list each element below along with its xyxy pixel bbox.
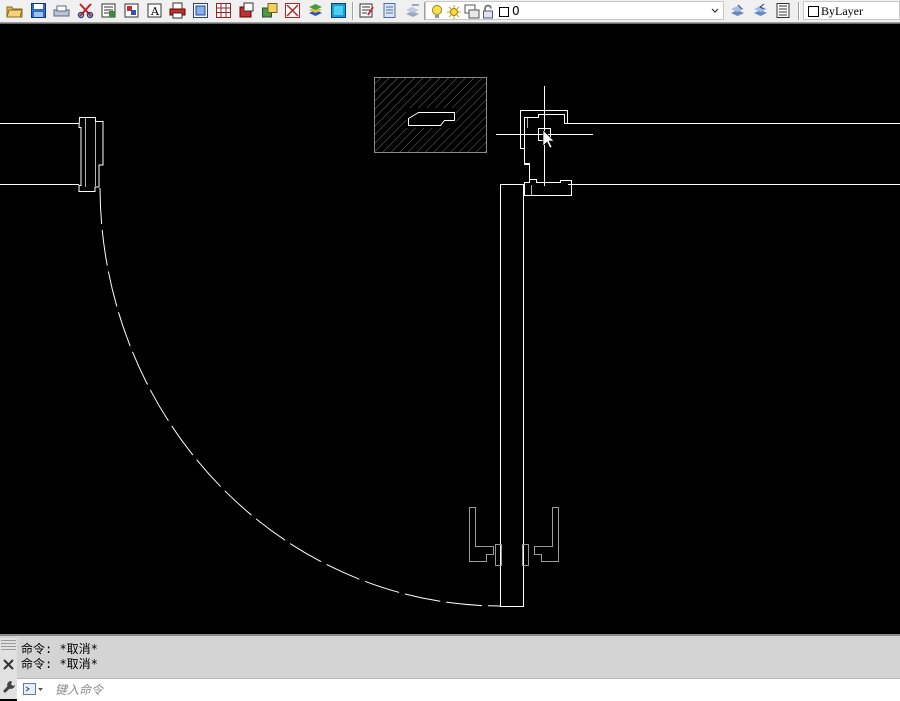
- make-current-icon[interactable]: [728, 1, 747, 20]
- block-icon[interactable]: [122, 1, 141, 20]
- current-layer-name: 0: [512, 4, 520, 18]
- xref-icon[interactable]: [260, 1, 279, 20]
- open-folder-icon[interactable]: [5, 1, 24, 20]
- command-line-window: 命令: *取消* 命令: *取消*: [0, 634, 900, 701]
- table-icon[interactable]: [214, 1, 233, 20]
- insert-block-icon[interactable]: [237, 1, 256, 20]
- plot-icon[interactable]: [52, 1, 71, 20]
- command-line-sidebar: [0, 638, 17, 699]
- save-icon[interactable]: [29, 1, 48, 20]
- history-line: 命令: *取消*: [21, 642, 98, 656]
- layer-previous-icon[interactable]: [751, 1, 770, 20]
- left-door-frame: [78, 117, 104, 192]
- lightbulb-icon[interactable]: [430, 4, 444, 20]
- hatched-detail-block: [374, 77, 487, 153]
- drawing-canvas[interactable]: [0, 28, 900, 632]
- door-handle-right: [534, 507, 559, 562]
- properties-icon[interactable]: [357, 1, 376, 20]
- lock-icon[interactable]: [482, 4, 496, 20]
- history-line: 命令: *取消*: [21, 657, 98, 671]
- wrench-icon[interactable]: [2, 680, 16, 694]
- image-icon[interactable]: [329, 1, 348, 20]
- command-input[interactable]: [51, 680, 879, 699]
- text-style-icon[interactable]: A: [145, 1, 164, 20]
- match-properties-icon[interactable]: [99, 1, 118, 20]
- standard-toolbar: A 0 ByLayer: [0, 0, 900, 23]
- viewport-icon[interactable]: [191, 1, 210, 20]
- region-icon[interactable]: [283, 1, 302, 20]
- command-input-row: [17, 678, 900, 701]
- chevron-down-icon[interactable]: [709, 4, 721, 18]
- design-center-icon[interactable]: [380, 1, 399, 20]
- drag-grip-icon[interactable]: [1, 640, 16, 650]
- layer-states-icon[interactable]: [306, 1, 325, 20]
- door-handle-left: [469, 507, 494, 562]
- close-icon[interactable]: [2, 658, 15, 671]
- color-swatch: [808, 6, 819, 17]
- door-swing-arc: [99, 187, 501, 607]
- command-history: 命令: *取消* 命令: *取消*: [19, 642, 889, 672]
- sun-icon[interactable]: [446, 4, 462, 20]
- layer-manager-icon[interactable]: [774, 1, 793, 20]
- door-leaf: [500, 184, 524, 607]
- crosshair-cursor: [496, 86, 593, 186]
- color-dropdown[interactable]: ByLayer: [803, 1, 900, 20]
- layer-dropdown[interactable]: 0: [425, 1, 724, 20]
- door-plan-drawing: [0, 77, 900, 607]
- svg-text:A: A: [150, 5, 160, 18]
- print-icon[interactable]: [168, 1, 187, 20]
- command-prompt-icon[interactable]: [23, 682, 43, 697]
- tool-palette-icon[interactable]: [403, 1, 422, 20]
- cut-icon[interactable]: [76, 1, 95, 20]
- right-door-frame: [520, 110, 572, 196]
- viewport-freeze-icon[interactable]: [464, 4, 480, 20]
- layer-color-icon[interactable]: [498, 4, 510, 20]
- current-color-name: ByLayer: [821, 4, 863, 18]
